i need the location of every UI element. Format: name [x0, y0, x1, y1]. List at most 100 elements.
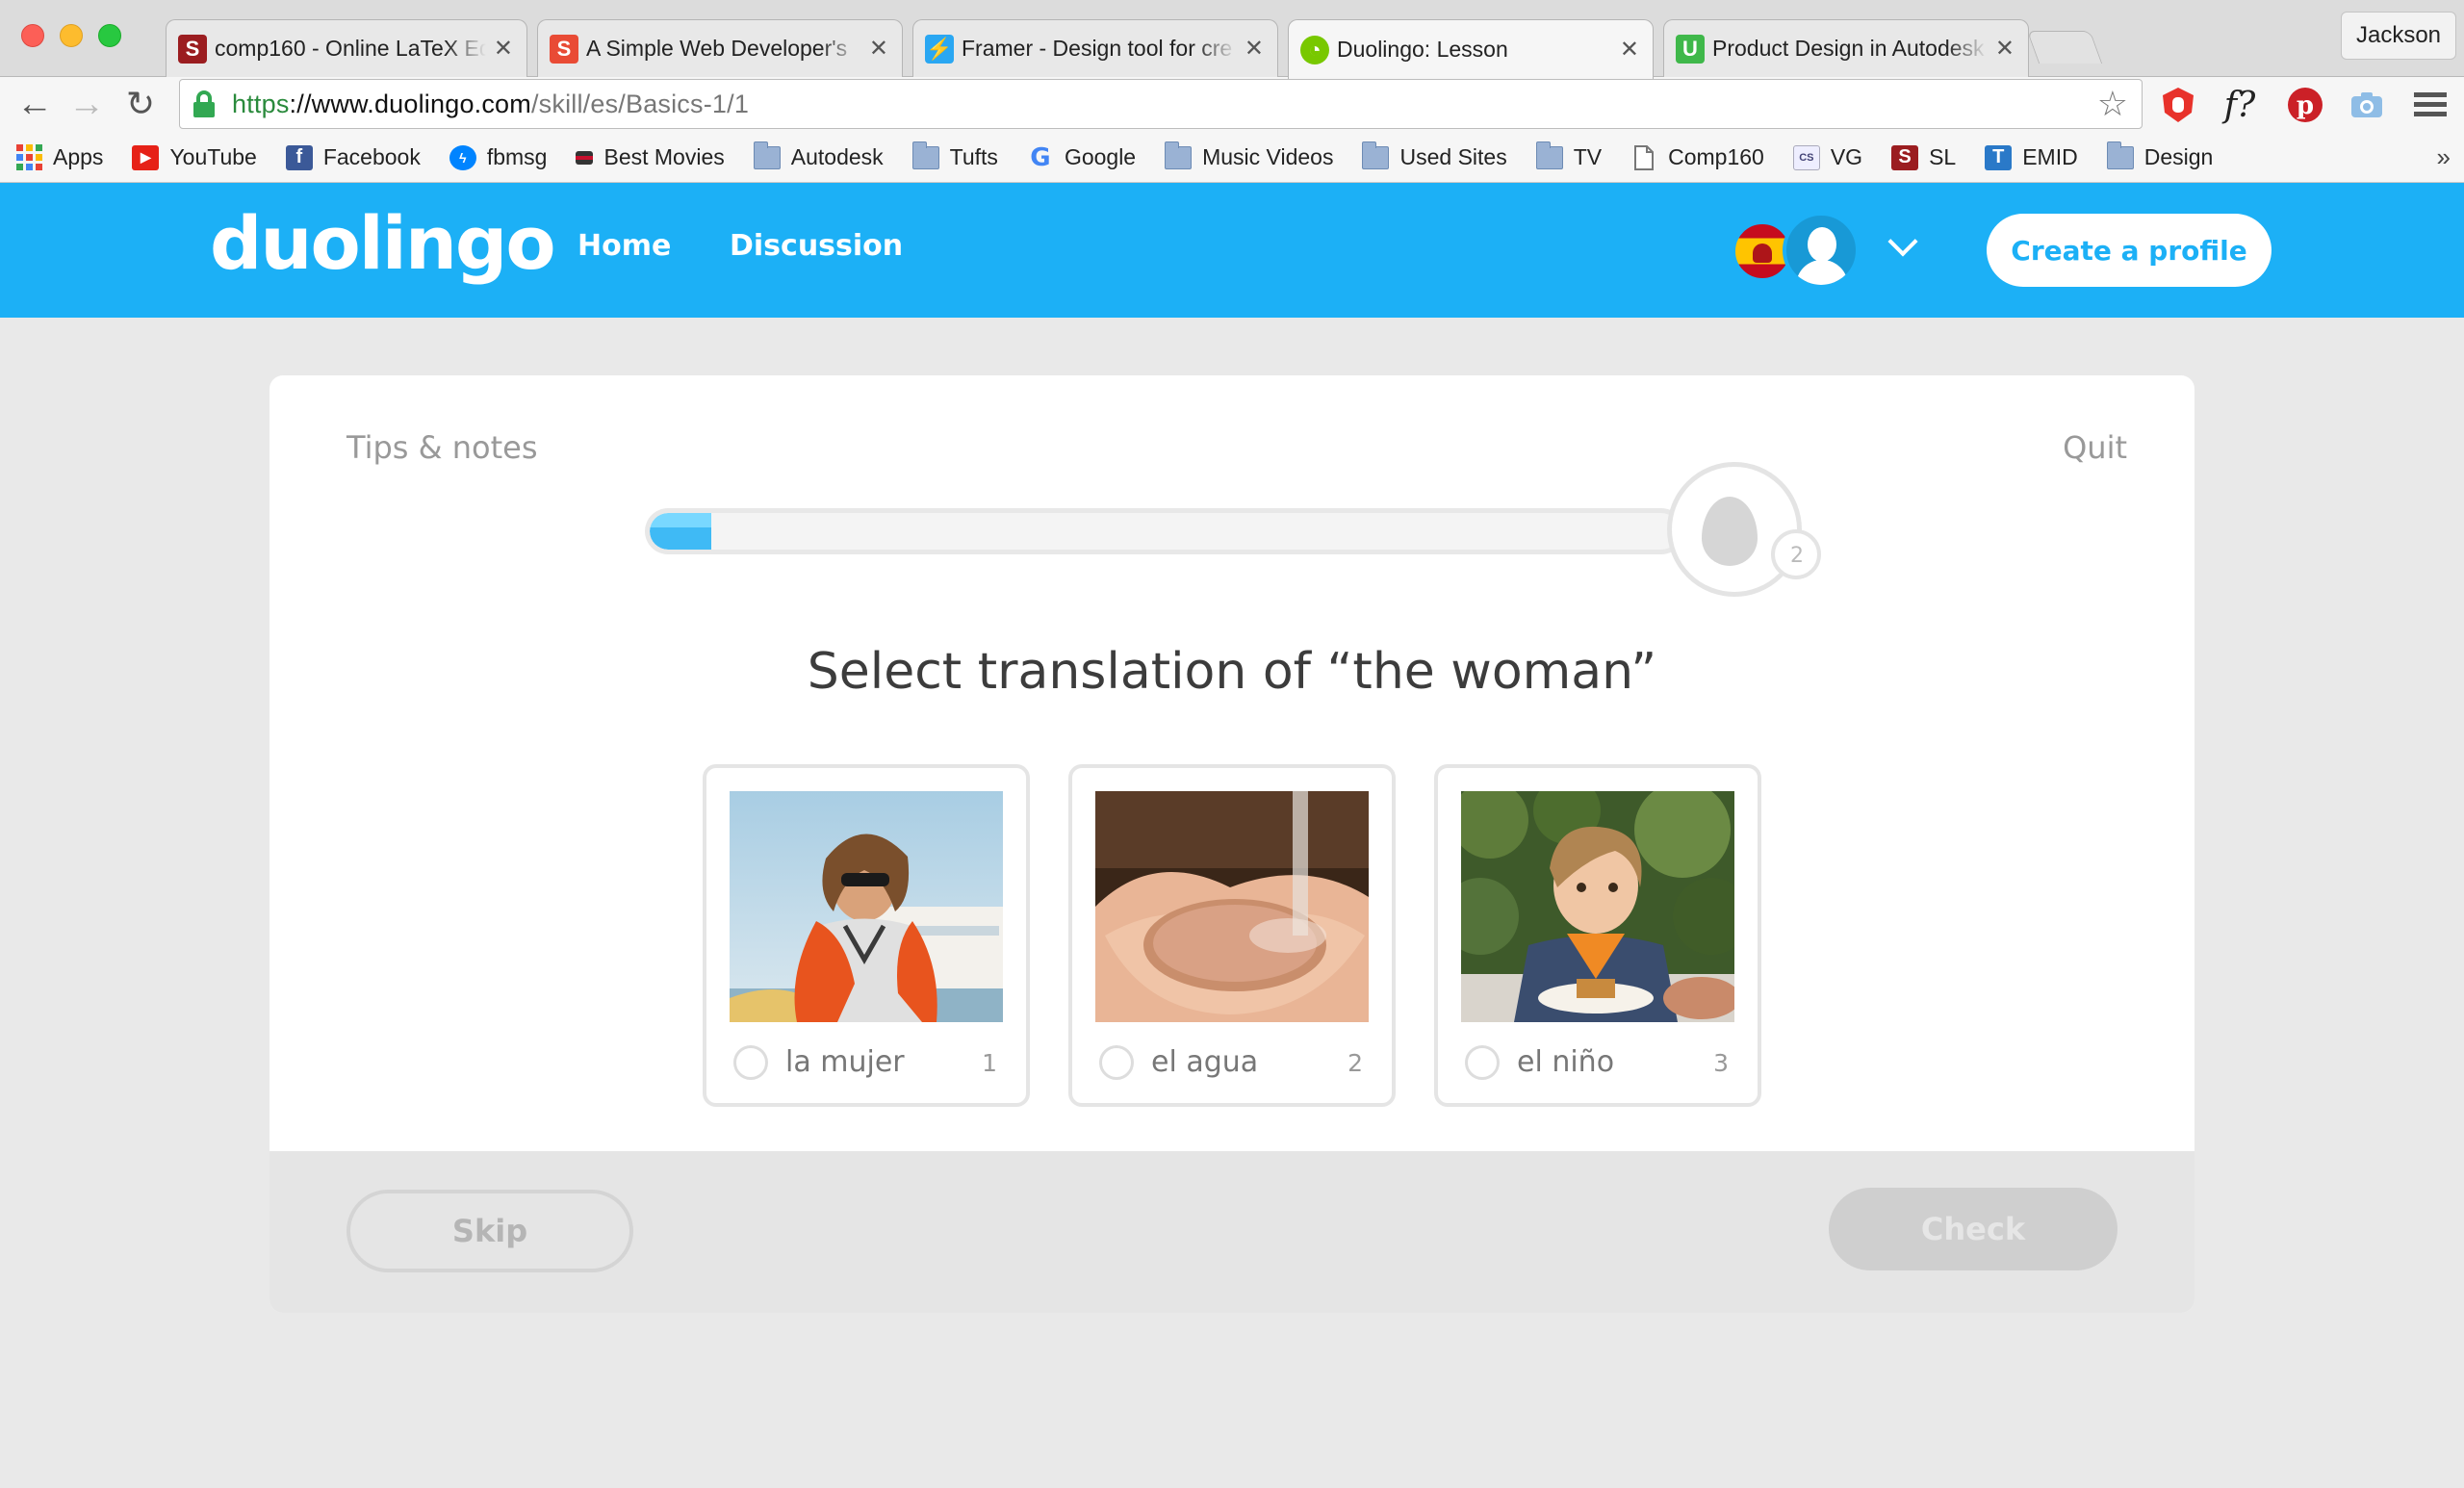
svg-text:p: p	[2297, 91, 2314, 120]
bookmark-label: fbmsg	[486, 144, 548, 169]
bookmarks-overflow-icon[interactable]: »	[2437, 142, 2451, 172]
bookmark-star-icon[interactable]: ☆	[2097, 84, 2128, 124]
bookmark-label: Apps	[53, 144, 104, 169]
ublock-icon[interactable]	[2156, 83, 2200, 127]
folder-icon	[1535, 141, 1563, 170]
choice-number: 3	[1713, 1049, 1729, 1077]
bookmark-design[interactable]: Design	[2106, 141, 2214, 170]
choice-label: el niño	[1517, 1045, 1615, 1079]
close-icon[interactable]: ✕	[869, 35, 888, 63]
bookmark-apps[interactable]: Apps	[15, 144, 103, 170]
bookmark-tufts[interactable]: Tufts	[911, 141, 998, 170]
radio-button[interactable]	[1465, 1045, 1500, 1080]
bookmark-label: TV	[1573, 144, 1603, 169]
bookmark-google[interactable]: G Google	[1027, 143, 1136, 172]
bookmark-music-videos[interactable]: Music Videos	[1165, 141, 1334, 170]
menu-hamburger-icon[interactable]	[2408, 83, 2452, 127]
tab-comp160[interactable]: S comp160 - Online LaTeX Ed ✕	[166, 19, 527, 77]
bookmark-sl[interactable]: S SL	[1891, 144, 1956, 170]
browser-chrome: S comp160 - Online LaTeX Ed ✕ S A Simple…	[0, 0, 2464, 183]
tab-web-developer[interactable]: S A Simple Web Developer's ✕	[537, 19, 903, 77]
tab-title: Duolingo: Lesson	[1337, 37, 1508, 62]
close-icon[interactable]: ✕	[1620, 36, 1639, 64]
tips-notes-link[interactable]: Tips & notes	[346, 429, 538, 466]
reload-icon[interactable]: ↻	[119, 83, 162, 125]
pinterest-icon[interactable]: p	[2283, 83, 2327, 127]
browser-profile-button[interactable]: Jackson	[2341, 12, 2456, 60]
folder-icon	[911, 141, 939, 170]
bookmark-vg[interactable]: CS VG	[1792, 144, 1862, 170]
new-tab-button[interactable]	[2026, 31, 2103, 64]
nav-home[interactable]: Home	[578, 229, 671, 263]
bookmark-label: Music Videos	[1202, 144, 1334, 169]
folder-icon	[1362, 141, 1390, 170]
tab-framer[interactable]: ⚡ Framer - Design tool for cre ✕	[912, 19, 1278, 77]
page-icon	[1630, 144, 1657, 170]
lesson-footer: Skip Check	[270, 1151, 2194, 1313]
folder-icon	[2106, 141, 2134, 170]
duolingo-logo[interactable]: duolingo	[210, 200, 556, 286]
bookmark-label: Used Sites	[1399, 144, 1507, 169]
choice-card-3[interactable]: el niño 3	[1434, 764, 1761, 1107]
window-minimize-button[interactable]	[60, 24, 83, 47]
bookmark-label: Autodesk	[790, 144, 884, 169]
choice-card-1[interactable]: la mujer 1	[703, 764, 1030, 1107]
site-header: duolingo Home Discussion Create a profil…	[0, 183, 2464, 318]
choice-label: el agua	[1151, 1045, 1259, 1079]
bookmark-youtube[interactable]: ▶ YouTube	[132, 144, 257, 170]
cse-icon: CS	[1792, 144, 1820, 170]
check-button[interactable]: Check	[1829, 1188, 2118, 1270]
bookmark-label: EMID	[2022, 144, 2078, 169]
window-zoom-button[interactable]	[98, 24, 121, 47]
bookmark-emid[interactable]: T EMID	[1985, 144, 2078, 170]
woman-photo	[730, 791, 1003, 1022]
bookmark-label: Design	[2143, 144, 2214, 169]
tab-strip: S comp160 - Online LaTeX Ed ✕ S A Simple…	[0, 0, 2464, 79]
folder-icon	[753, 141, 781, 170]
browser-toolbar: ← → ↻ https://www.duolingo.com/skill/es/…	[0, 77, 2464, 133]
bookmark-best-movies[interactable]: Best Movies	[576, 144, 725, 170]
bookmark-facebook[interactable]: f Facebook	[285, 144, 421, 170]
bookmark-label: Best Movies	[603, 144, 725, 169]
close-icon[interactable]: ✕	[1245, 35, 1264, 63]
lesson-card: Tips & notes Quit 2 Select translation o…	[270, 375, 2194, 1313]
youtube-icon: ▶	[132, 144, 160, 170]
chevron-down-icon[interactable]	[1887, 226, 1918, 257]
scotch-icon: S	[550, 34, 578, 64]
camera-icon[interactable]	[2345, 83, 2389, 127]
radio-button[interactable]	[733, 1045, 768, 1080]
radio-button[interactable]	[1099, 1045, 1134, 1080]
font-identifier-icon[interactable]: f?	[2218, 83, 2262, 127]
url-text: https://www.duolingo.com/skill/es/Basics…	[232, 89, 750, 118]
tab-title: Product Design in Autodesk	[1712, 36, 1985, 61]
nav-discussion[interactable]: Discussion	[730, 229, 903, 263]
forward-arrow-icon[interactable]: →	[65, 83, 108, 125]
folder-icon	[1165, 141, 1193, 170]
address-bar[interactable]: https://www.duolingo.com/skill/es/Basics…	[179, 79, 2143, 129]
user-avatar-icon[interactable]	[1783, 212, 1860, 289]
create-profile-button[interactable]: Create a profile	[1987, 214, 2272, 287]
close-icon[interactable]: ✕	[1995, 35, 2015, 63]
messenger-icon: ϟ	[449, 144, 476, 170]
choice-card-2[interactable]: el agua 2	[1068, 764, 1396, 1107]
close-icon[interactable]: ✕	[494, 35, 513, 63]
bookmark-comp160[interactable]: Comp160	[1630, 144, 1764, 170]
window-close-button[interactable]	[21, 24, 44, 47]
flag-icon	[576, 150, 594, 165]
tab-title: Framer - Design tool for cre	[962, 36, 1233, 61]
bookmarks-bar: Apps ▶ YouTube f Facebook ϟ fbmsg Best M…	[0, 133, 2464, 183]
apps-grid-icon	[15, 144, 42, 170]
bookmark-autodesk[interactable]: Autodesk	[753, 141, 884, 170]
tab-duolingo-lesson[interactable]: ◔ Duolingo: Lesson ✕	[1288, 19, 1654, 79]
bookmark-label: Facebook	[322, 144, 421, 169]
duolingo-owl-icon: ◔	[1300, 35, 1329, 64]
tab-product-design[interactable]: U Product Design in Autodesk ✕	[1663, 19, 2029, 77]
skip-button[interactable]: Skip	[346, 1190, 633, 1272]
t-icon: T	[1985, 144, 2013, 170]
bookmark-tv[interactable]: TV	[1535, 141, 1603, 170]
back-arrow-icon[interactable]: ←	[13, 83, 56, 125]
quit-link[interactable]: Quit	[2063, 429, 2127, 466]
sharelatex-icon: S	[1891, 144, 1919, 170]
bookmark-fbmsg[interactable]: ϟ fbmsg	[449, 144, 548, 170]
bookmark-used-sites[interactable]: Used Sites	[1362, 141, 1507, 170]
